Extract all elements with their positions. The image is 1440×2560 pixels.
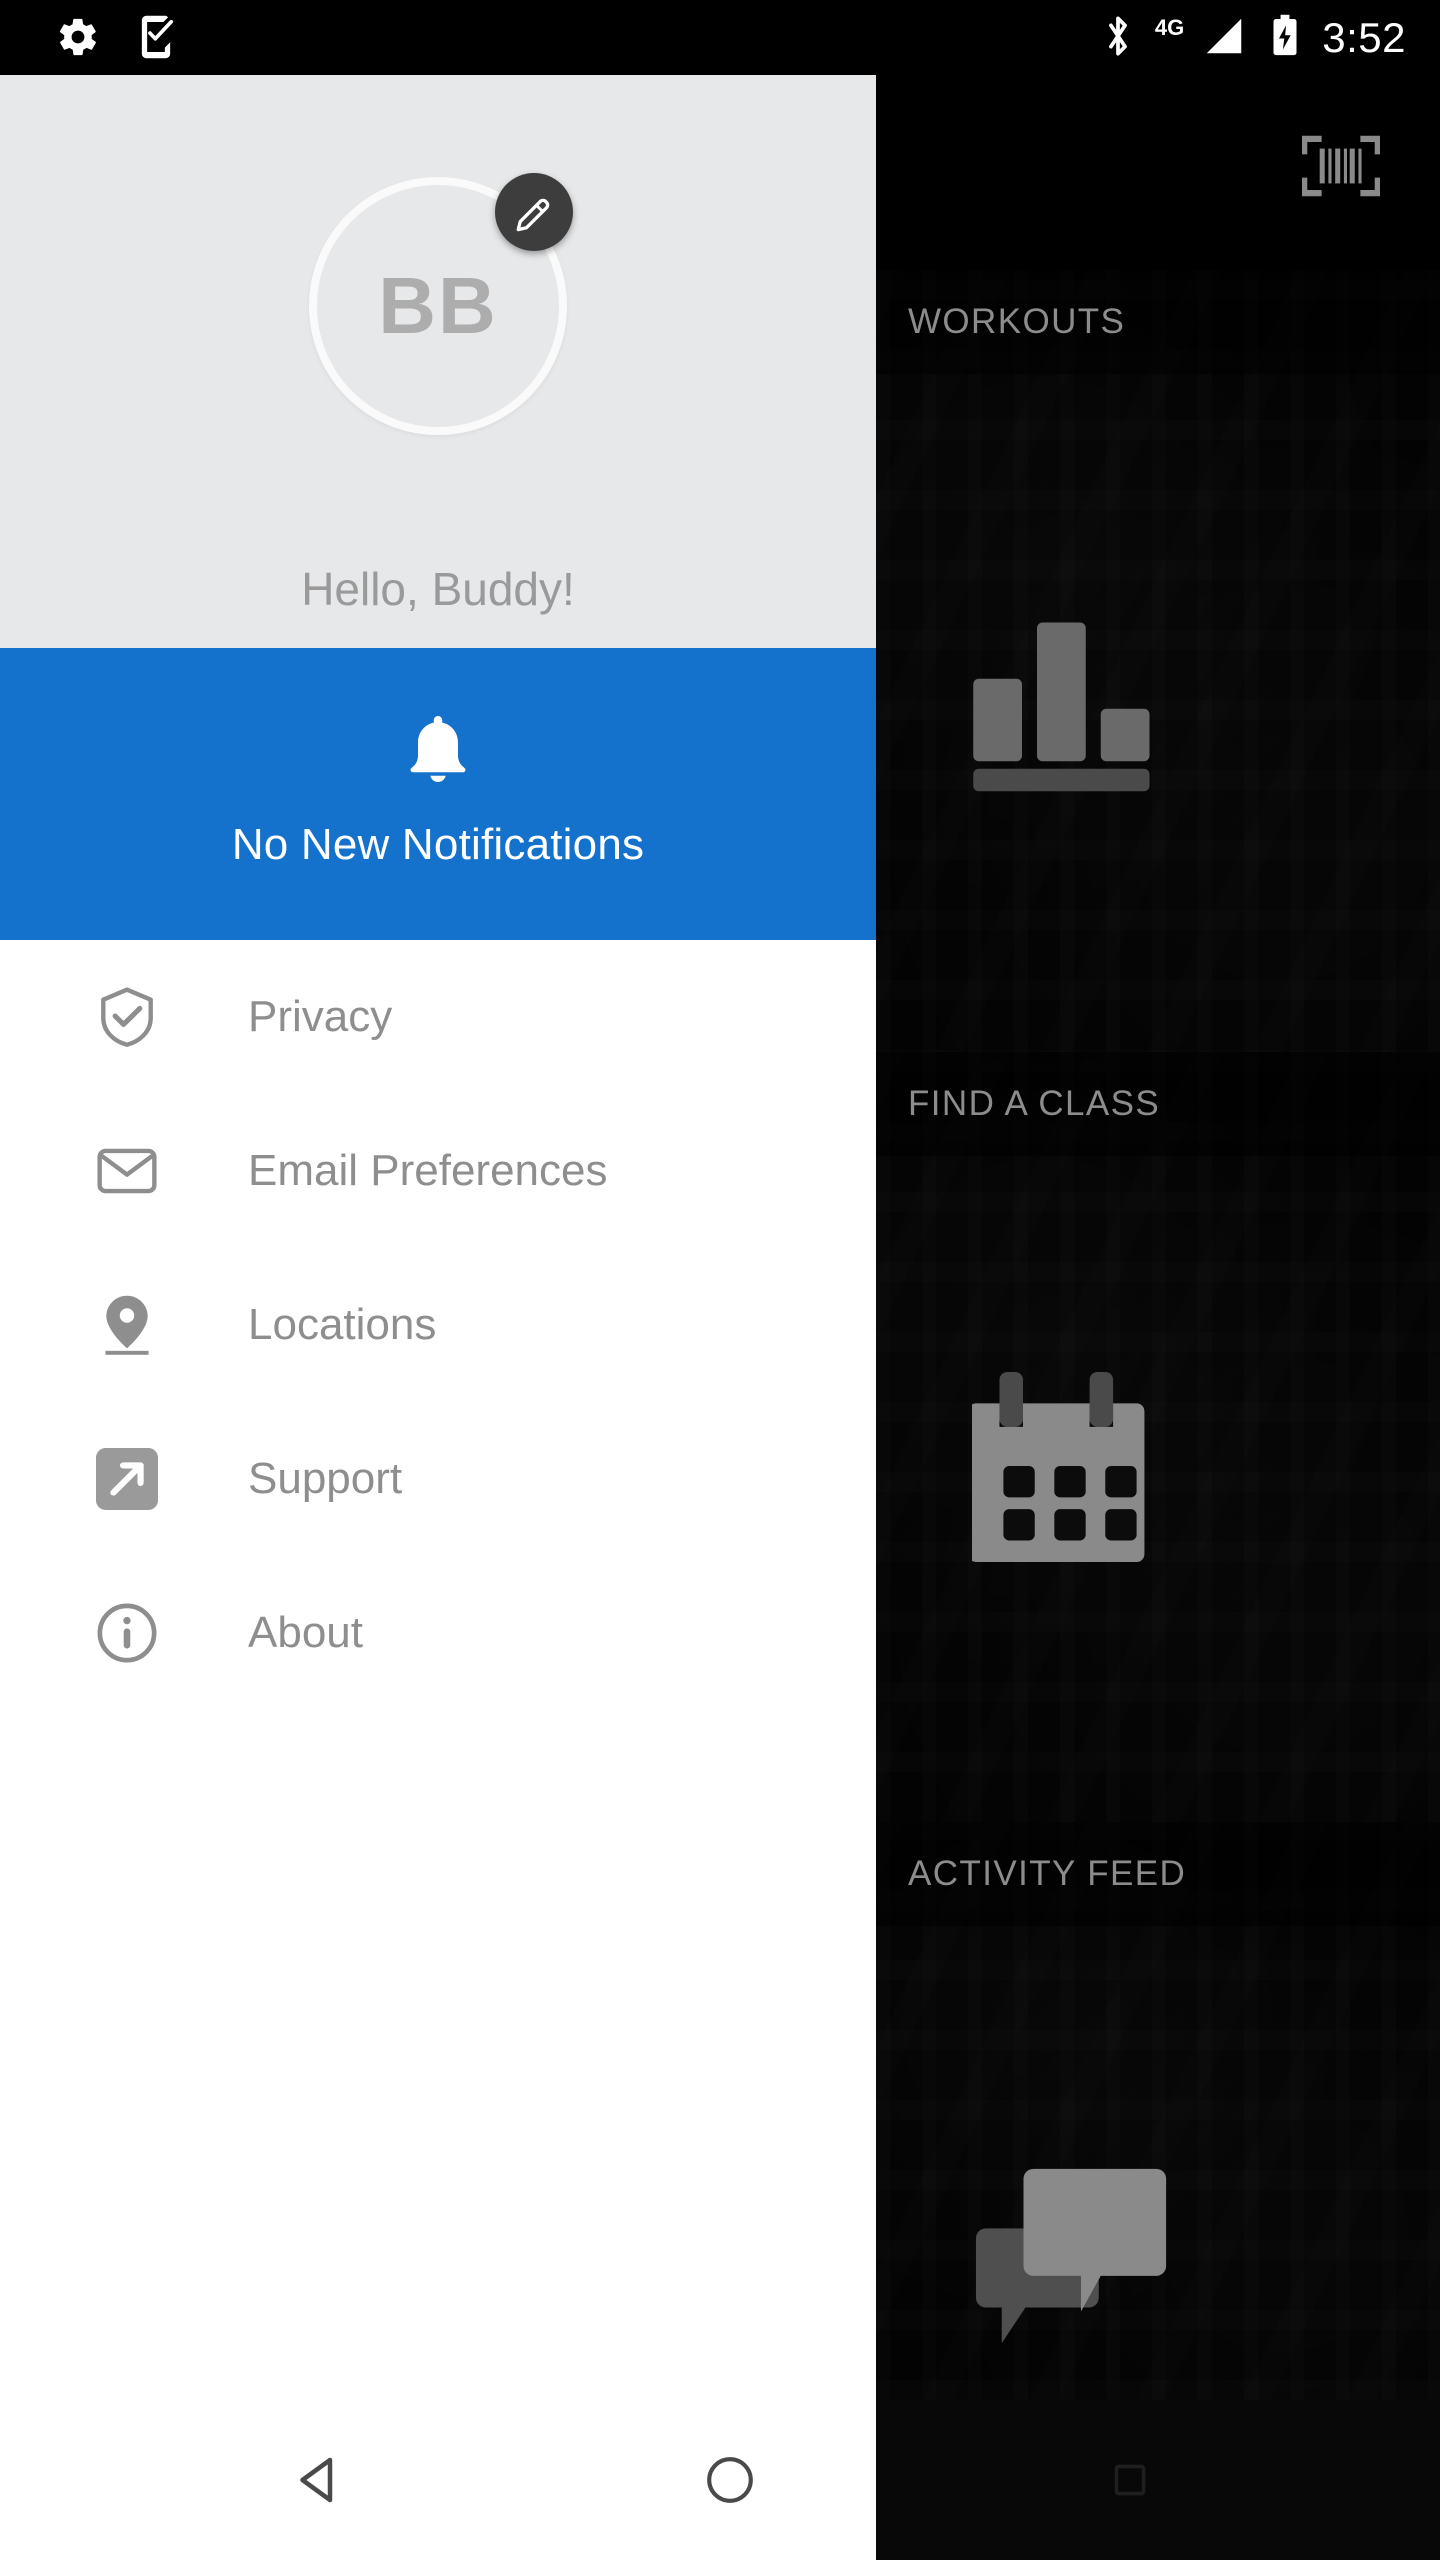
back-triangle-icon[interactable]	[245, 2400, 395, 2560]
pencil-edit-icon[interactable]	[495, 173, 573, 251]
recents-square-icon[interactable]	[1055, 2400, 1205, 2560]
status-bar: 4G 3:52	[0, 0, 1440, 75]
navigation-drawer: BB Hello, Buddy! No New Notifications Pr…	[0, 75, 876, 2560]
bluetooth-icon	[1103, 13, 1133, 64]
battery-charging-icon	[1270, 13, 1300, 64]
sidebar-item-about[interactable]: About	[0, 1556, 876, 1710]
sidebar-item-label: About	[248, 1608, 363, 1657]
home-circle-icon[interactable]	[655, 2400, 805, 2560]
sidebar-item-label: Privacy	[248, 992, 393, 1041]
bell-icon	[405, 712, 471, 786]
clock-time: 3:52	[1322, 14, 1406, 61]
info-circle-icon	[96, 1602, 158, 1664]
settings-gear-icon	[56, 15, 100, 64]
card-activity-feed[interactable]: ACTIVITY FEED	[876, 1822, 1440, 2400]
map-pin-icon	[96, 1294, 158, 1356]
sidebar-item-locations[interactable]: Locations	[0, 1248, 876, 1402]
calendar-icon	[972, 1372, 1168, 1562]
external-link-icon	[96, 1448, 158, 1510]
card-title-find-a-class: FIND A CLASS	[908, 1084, 1161, 1123]
drawer-menu-list: Privacy Email Preferences Locations Supp…	[0, 940, 876, 1710]
network-type-label: 4G	[1154, 15, 1185, 40]
envelope-icon	[96, 1140, 158, 1202]
sidebar-item-label: Locations	[248, 1300, 437, 1349]
status-bar-left-icons	[56, 14, 176, 65]
profile-header: BB Hello, Buddy!	[0, 75, 876, 648]
notification-banner[interactable]: No New Notifications	[0, 648, 876, 940]
barcode-scan-icon[interactable]	[1302, 135, 1380, 197]
bar-chart-icon	[972, 615, 1162, 795]
sidebar-item-label: Email Preferences	[248, 1146, 608, 1195]
card-title-activity-feed: ACTIVITY FEED	[908, 1854, 1187, 1893]
card-workouts[interactable]: WORKOUTS	[876, 270, 1440, 1070]
shield-check-icon	[96, 986, 158, 1048]
sidebar-item-support[interactable]: Support	[0, 1402, 876, 1556]
card-title-workouts: WORKOUTS	[908, 302, 1126, 341]
greeting-text: Hello, Buddy!	[301, 563, 575, 615]
phone-check-icon	[136, 14, 176, 65]
sidebar-item-email-preferences[interactable]: Email Preferences	[0, 1094, 876, 1248]
card-find-a-class[interactable]: FIND A CLASS	[876, 1052, 1440, 1842]
chat-bubbles-icon	[972, 2162, 1178, 2362]
notification-label: No New Notifications	[231, 820, 645, 869]
avatar[interactable]: BB	[309, 173, 573, 435]
status-bar-right-icons: 4G 3:52	[1103, 10, 1406, 66]
phone-screen: WORKOUTS FIND A CLASS ACTIVITY FEED BB H…	[0, 0, 1440, 2560]
sidebar-item-privacy[interactable]: Privacy	[0, 940, 876, 1094]
signal-bars-icon	[1200, 13, 1248, 64]
sidebar-item-label: Support	[248, 1454, 403, 1503]
